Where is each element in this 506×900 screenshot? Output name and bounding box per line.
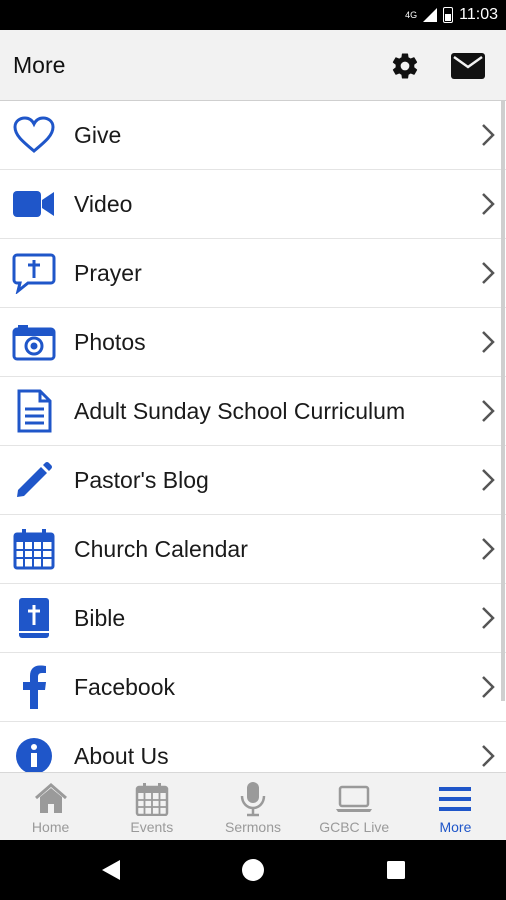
- tab-label: Sermons: [224, 819, 282, 835]
- mail-button[interactable]: [450, 48, 486, 84]
- app-bar: More: [0, 30, 506, 101]
- laptop-icon: [334, 781, 374, 817]
- chevron-right-icon: [482, 676, 495, 698]
- home-icon: [31, 781, 71, 817]
- chevron-right-icon: [482, 331, 495, 353]
- menu-item-prayer[interactable]: Prayer: [0, 239, 506, 308]
- pencil-icon: [11, 458, 57, 502]
- tab-label: More: [439, 819, 472, 835]
- network-type: 4G: [405, 10, 418, 20]
- info-icon: [11, 734, 57, 772]
- chevron-right-icon: [482, 262, 495, 284]
- menu-item-label: Prayer: [74, 260, 142, 286]
- page-title: More: [13, 52, 66, 78]
- hamburger-menu-icon: [435, 781, 475, 817]
- tab-label: Home: [31, 819, 70, 835]
- menu-item-label: Pastor's Blog: [74, 467, 209, 493]
- battery-icon: [443, 7, 454, 23]
- menu-item-facebook[interactable]: Facebook: [0, 653, 506, 722]
- signal-icon: [423, 8, 438, 22]
- heart-icon: [11, 113, 57, 157]
- home-circle-icon: [242, 859, 264, 881]
- calendar-icon: [11, 527, 57, 571]
- chevron-right-icon: [482, 124, 495, 146]
- recents-square-icon: [387, 861, 405, 879]
- menu-item-church-calendar[interactable]: Church Calendar: [0, 515, 506, 584]
- back-triangle-icon: [102, 860, 120, 880]
- camera-icon: [11, 320, 57, 364]
- menu-item-label: Give: [74, 122, 122, 148]
- status-bar: 4G 11:03: [0, 0, 506, 30]
- tab-gcbc-live[interactable]: GCBC Live: [304, 773, 405, 841]
- chevron-right-icon: [482, 607, 495, 629]
- microphone-icon: [233, 781, 273, 817]
- status-time: 11:03: [459, 6, 498, 23]
- more-menu-list: Give Video Prayer Photos Adult Sunday Sc…: [0, 101, 506, 772]
- settings-button[interactable]: [387, 48, 423, 84]
- menu-item-pastors-blog[interactable]: Pastor's Blog: [0, 446, 506, 515]
- calendar-icon: [132, 781, 172, 817]
- system-nav-bar: [0, 840, 506, 900]
- menu-item-about-us[interactable]: About Us: [0, 722, 506, 772]
- tab-more[interactable]: More: [405, 773, 506, 841]
- chevron-right-icon: [482, 745, 495, 767]
- tab-label: GCBC Live: [319, 819, 390, 835]
- back-button[interactable]: [96, 855, 126, 885]
- tab-sermons[interactable]: Sermons: [202, 773, 303, 841]
- chevron-right-icon: [482, 469, 495, 491]
- menu-item-video[interactable]: Video: [0, 170, 506, 239]
- bible-icon: [11, 596, 57, 640]
- video-camera-icon: [11, 182, 57, 226]
- tab-events[interactable]: Events: [101, 773, 202, 841]
- menu-item-label: Church Calendar: [74, 536, 248, 562]
- menu-item-label: About Us: [74, 743, 169, 769]
- menu-item-photos[interactable]: Photos: [0, 308, 506, 377]
- prayer-bubble-icon: [11, 251, 57, 295]
- menu-item-label: Adult Sunday School Curriculum: [74, 398, 406, 424]
- menu-item-label: Video: [74, 191, 133, 217]
- envelope-icon: [451, 53, 485, 79]
- bottom-tab-bar: Home Events Sermons GCBC Live More: [0, 772, 506, 841]
- recents-button[interactable]: [381, 855, 411, 885]
- tab-home[interactable]: Home: [0, 773, 101, 841]
- menu-item-adult-sunday-school[interactable]: Adult Sunday School Curriculum: [0, 377, 506, 446]
- tab-label: Events: [130, 819, 174, 835]
- scrollbar[interactable]: [501, 101, 505, 701]
- menu-item-bible[interactable]: Bible: [0, 584, 506, 653]
- status-indicators: 4G 11:03: [405, 0, 498, 30]
- home-nav-button[interactable]: [238, 855, 268, 885]
- chevron-right-icon: [482, 538, 495, 560]
- menu-item-give[interactable]: Give: [0, 101, 506, 170]
- menu-item-label: Bible: [74, 605, 126, 631]
- menu-item-label: Photos: [74, 329, 146, 355]
- document-icon: [11, 389, 57, 433]
- facebook-icon: [11, 665, 57, 709]
- chevron-right-icon: [482, 193, 495, 215]
- menu-item-label: Facebook: [74, 674, 176, 700]
- chevron-right-icon: [482, 400, 495, 422]
- gear-icon: [392, 53, 418, 79]
